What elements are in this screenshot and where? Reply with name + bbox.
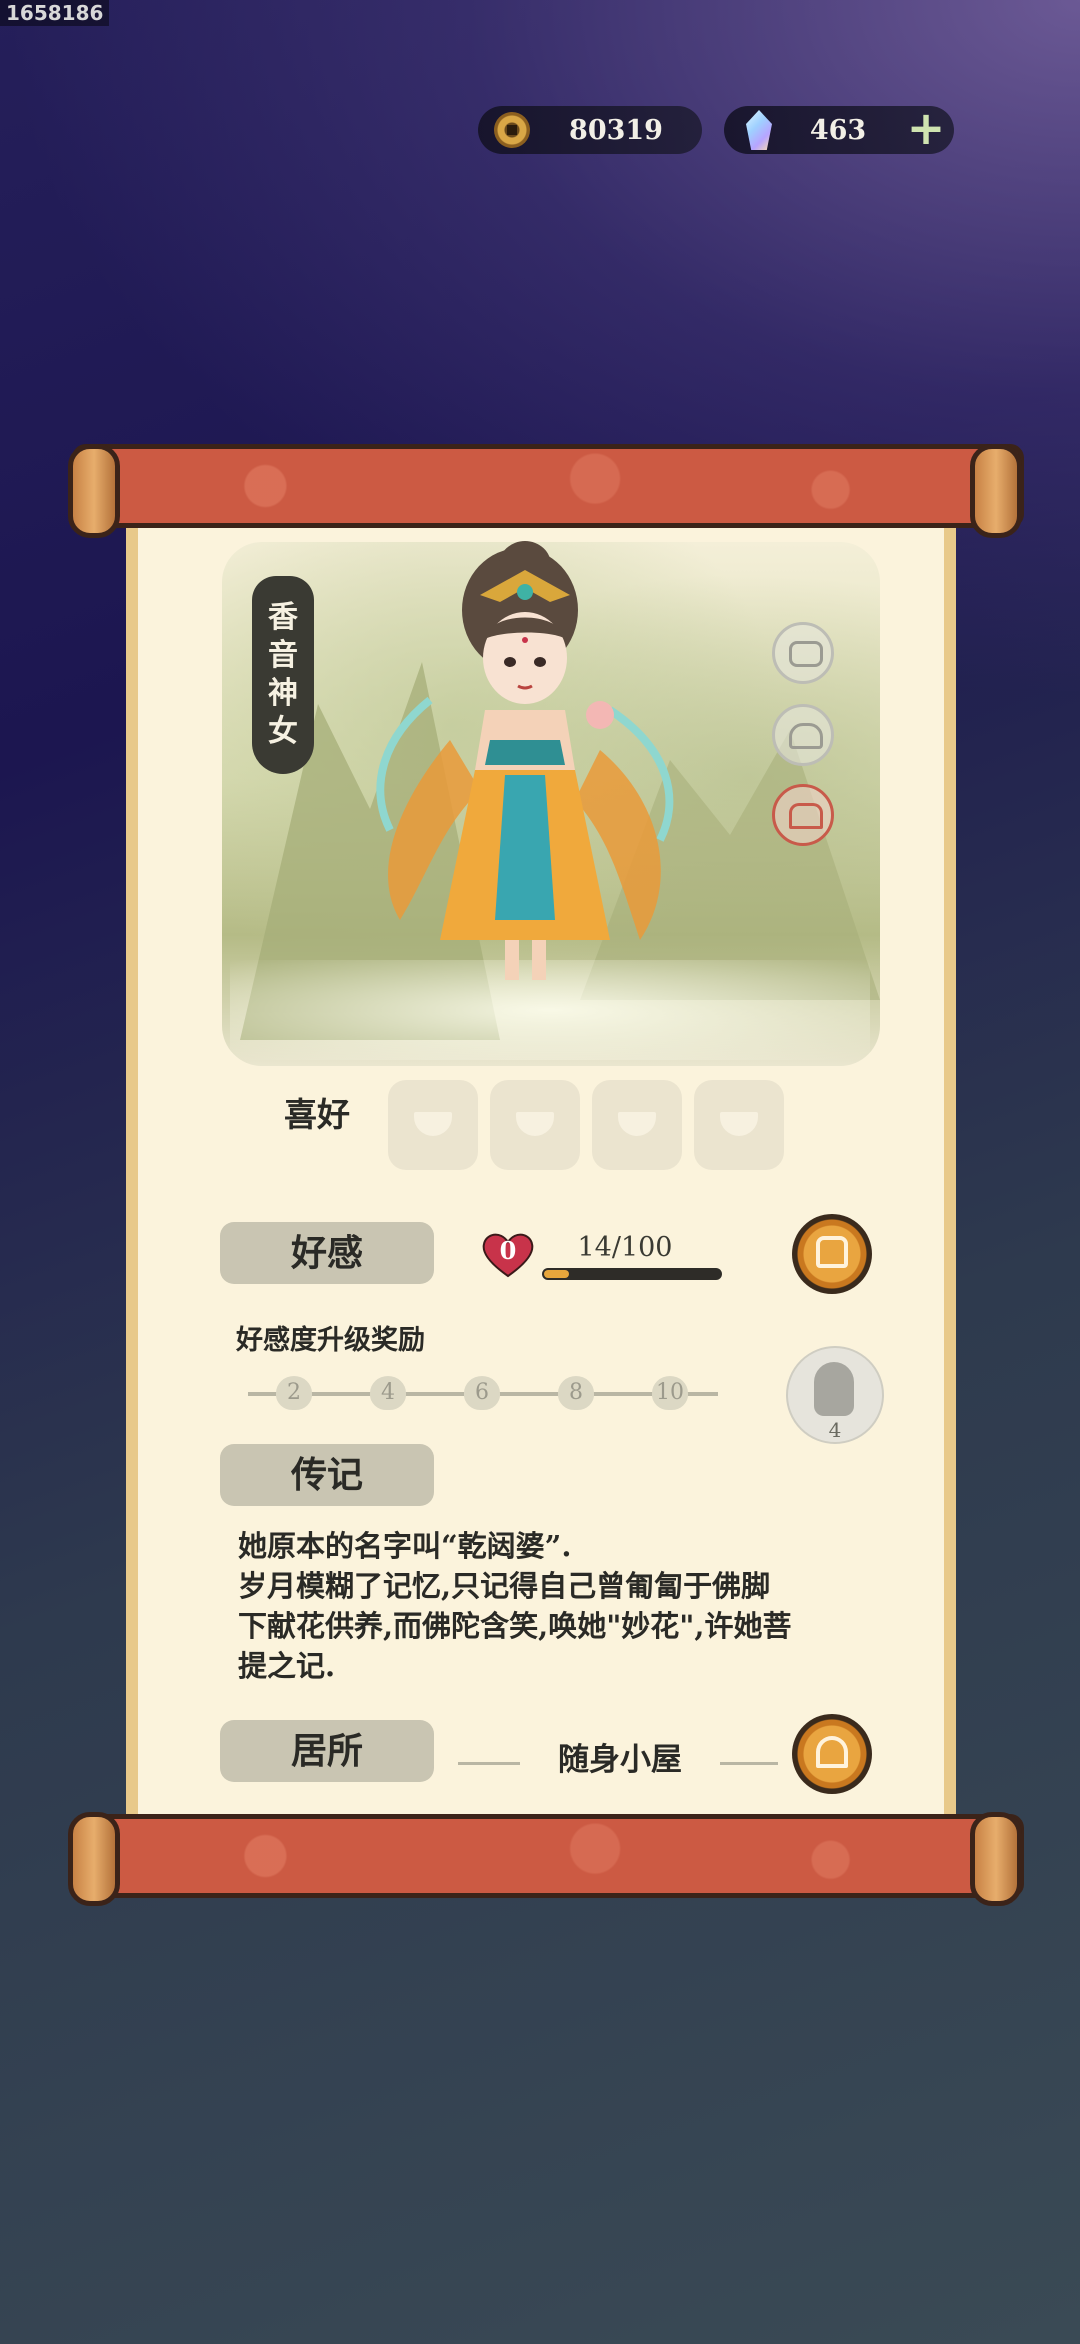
- name-char: 神: [268, 676, 298, 711]
- reward-avatar[interactable]: 4: [786, 1346, 884, 1444]
- hobby-slot[interactable]: [592, 1080, 682, 1170]
- scroll-rod-end: [68, 1812, 120, 1906]
- reward-count: 4: [828, 1418, 842, 1442]
- heart-level-icon: 0: [482, 1232, 534, 1278]
- chat-icon[interactable]: [772, 622, 834, 684]
- scroll-rod-end: [970, 444, 1022, 538]
- hobby-slot[interactable]: [490, 1080, 580, 1170]
- bio-line: 岁月模糊了记忆,只记得自己曾匍匐于佛脚: [238, 1569, 771, 1603]
- scroll-rod-end: [68, 444, 120, 538]
- gem-icon: [746, 110, 772, 150]
- favor-progress-fill: [544, 1270, 569, 1278]
- hobbies-label: 喜好: [284, 1095, 350, 1134]
- residence-section-label: 居所: [220, 1720, 434, 1782]
- coin-counter: 80319: [478, 106, 702, 154]
- bio-section-label: 传记: [220, 1444, 434, 1506]
- reward-milestone[interactable]: 10: [652, 1376, 688, 1410]
- scroll-rod-end: [970, 1812, 1022, 1906]
- bio-line: 下献花供养,而佛陀含笑,唤她"妙花",许她菩: [238, 1609, 792, 1643]
- bio-line: 她原本的名字叫“乾闼婆”.: [238, 1529, 572, 1563]
- scroll-rod-top: [72, 444, 1024, 528]
- name-char: 女: [268, 714, 298, 749]
- reward-milestone[interactable]: 6: [464, 1376, 500, 1410]
- add-gems-button[interactable]: +: [904, 105, 948, 152]
- residence-name: 随身小屋: [520, 1734, 720, 1779]
- name-char: 香: [268, 600, 298, 635]
- favor-level: 0: [499, 1236, 517, 1265]
- hobby-slot[interactable]: [388, 1080, 478, 1170]
- favor-progress-bar: [542, 1268, 722, 1280]
- scroll-rod-bottom: [72, 1814, 1024, 1898]
- favor-reward-title: 好感度升级奖励: [236, 1325, 425, 1356]
- coin-value: 80319: [569, 114, 663, 146]
- name-char: 音: [268, 638, 298, 673]
- gift-button[interactable]: [792, 1214, 872, 1294]
- favor-section-label: 好感: [220, 1222, 434, 1284]
- gem-value: 463: [809, 114, 867, 146]
- coin-icon: [494, 112, 530, 148]
- character-name-plate: 香 音 神 女: [252, 576, 314, 774]
- reward-milestone[interactable]: 8: [558, 1376, 594, 1410]
- build-id: 1658186: [0, 0, 110, 26]
- character-portrait[interactable]: [360, 540, 690, 1010]
- residence-button[interactable]: [792, 1714, 872, 1794]
- residence-icon[interactable]: [772, 784, 834, 846]
- gift-pot-icon[interactable]: [772, 704, 834, 766]
- favor-progress-text: 14/100: [577, 1232, 673, 1263]
- gem-counter: 463 +: [724, 105, 954, 154]
- hobby-slot[interactable]: [694, 1080, 784, 1170]
- reward-milestone[interactable]: 2: [276, 1376, 312, 1410]
- reward-milestone[interactable]: 4: [370, 1376, 406, 1410]
- bio-text: 她原本的名字叫“乾闼婆”. 岁月模糊了记忆,只记得自己曾匍匐于佛脚 下献花供养,…: [238, 1526, 878, 1686]
- bio-line: 提之记.: [238, 1649, 336, 1683]
